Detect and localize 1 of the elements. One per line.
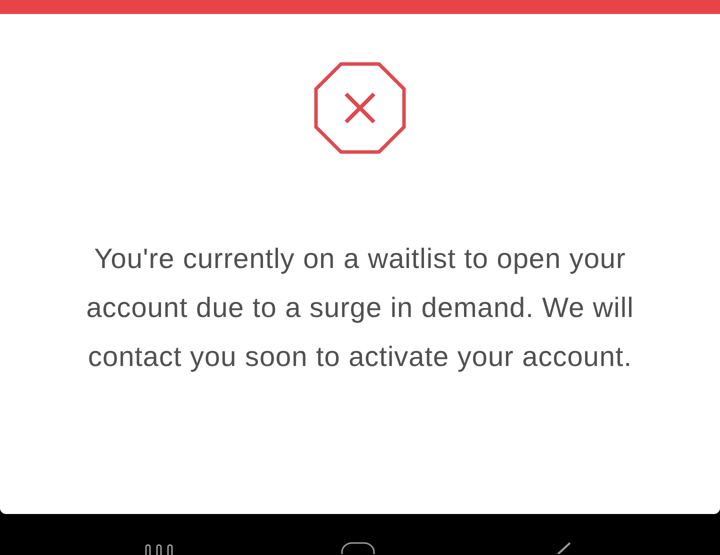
- waitlist-message: You're currently on a waitlist to open your account due to a surge in demand. We will contact you soon to activate your account.: [85, 242, 635, 374]
